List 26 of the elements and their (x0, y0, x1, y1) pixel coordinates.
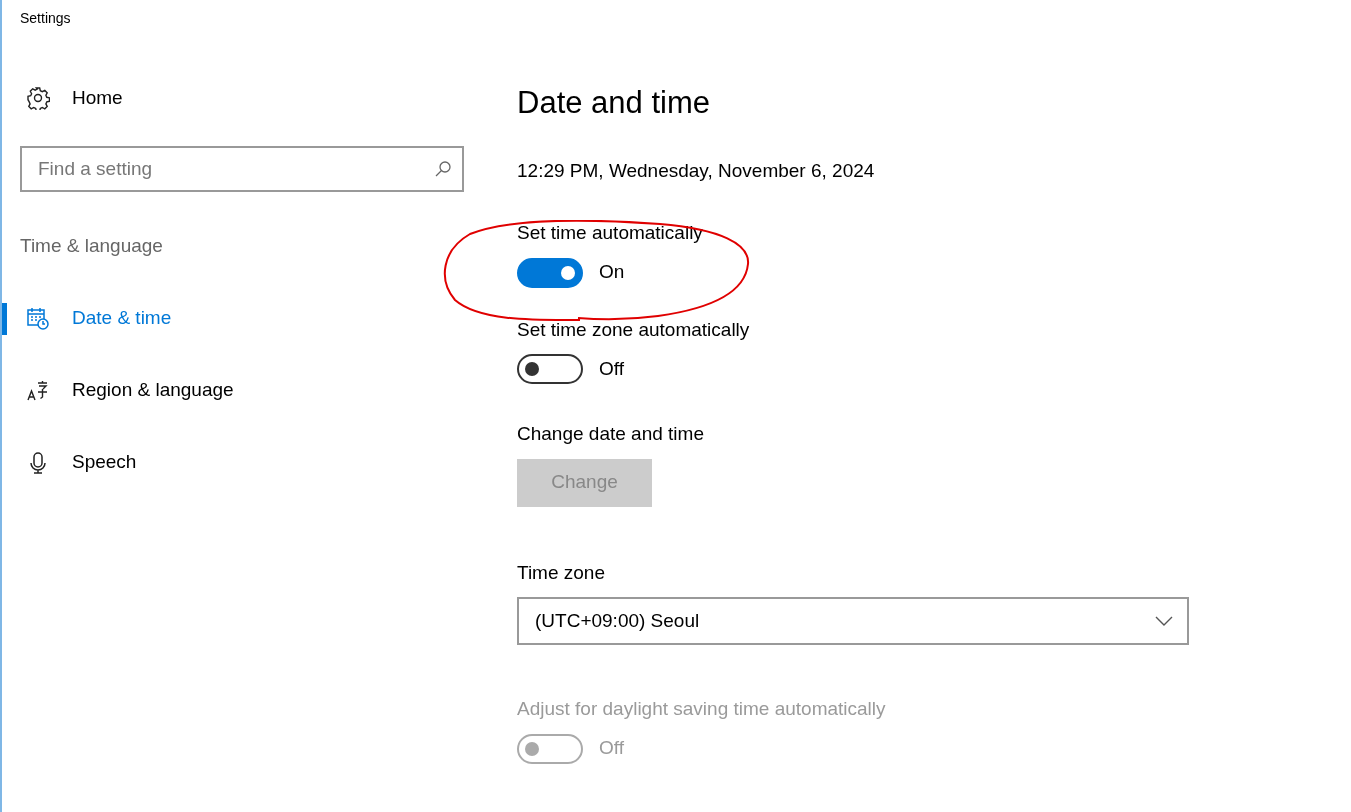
selection-indicator (2, 302, 7, 335)
nav-item[interactable]: Region & language (20, 372, 234, 409)
page-title: Date and time (517, 84, 711, 122)
setting-label: Set time zone automatically (517, 317, 751, 342)
setting-label: Set time automatically (517, 221, 704, 245)
search-field[interactable]: Find a setting (20, 146, 464, 192)
nav-item[interactable]: Speech (20, 444, 137, 481)
section-heading: Time & language (20, 234, 164, 258)
chevron-down-icon (1155, 616, 1173, 626)
settings-icon (26, 86, 50, 110)
nav-item[interactable]: Date & time (20, 300, 172, 337)
window-title: Settings (20, 9, 72, 28)
time-zone-dropdown[interactable]: (UTC+09:00) Seoul (517, 597, 1189, 645)
toggle-switch[interactable] (517, 257, 583, 288)
calendar-clock-icon (26, 306, 50, 331)
home-link[interactable]: Home (20, 80, 123, 116)
toggle-state: On (599, 260, 625, 285)
current-date-time: 12:29 PM, Wednesday, November 6, 2024 (517, 158, 876, 183)
setting-label: Change date and time (517, 422, 705, 446)
toggle-switch[interactable] (517, 354, 583, 384)
search-icon (434, 160, 452, 178)
toggle-state: Off (599, 356, 624, 381)
setting-label: Adjust for daylight saving time automatically (517, 697, 887, 721)
language-icon (26, 378, 50, 403)
setting-label: Time zone (517, 560, 606, 585)
toggle-state: Off (599, 736, 624, 761)
